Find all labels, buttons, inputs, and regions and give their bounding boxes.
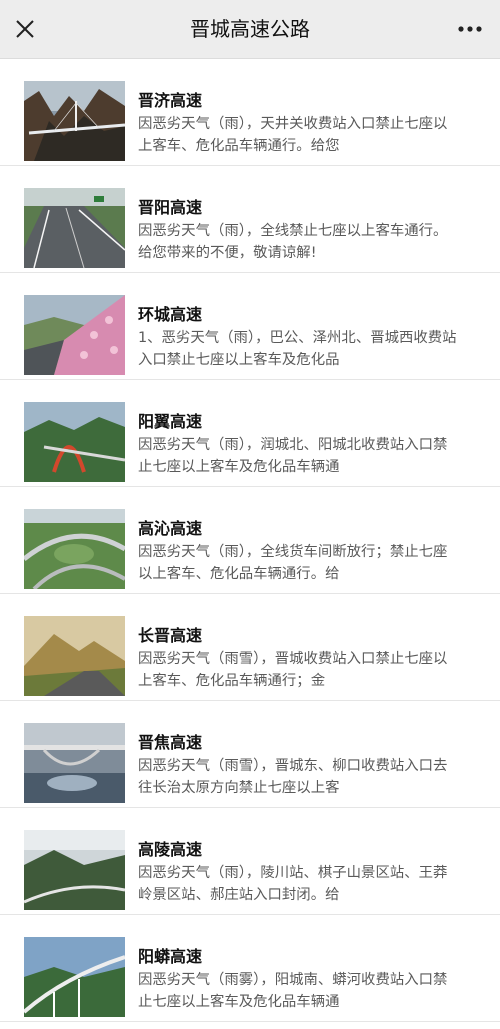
list-item[interactable]: 长晋高速 因恶劣天气（雨雪），晋城收费站入口禁止七座以上客车、危化品车辆通行；金 [0, 594, 500, 701]
road-name: 长晋高速 [138, 626, 203, 645]
road-name: 高陵高速 [138, 840, 203, 859]
road-name: 高沁高速 [138, 519, 203, 538]
road-thumbnail-image [24, 188, 125, 268]
road-name: 阳蟒高速 [138, 947, 203, 966]
list-item[interactable]: 高沁高速 因恶劣天气（雨），全线货车间断放行；禁止七座以上客车、危化品车辆通行。… [0, 487, 500, 594]
top-nav-bar: 晋城高速公路 [0, 0, 500, 59]
list-item[interactable]: 环城高速 1、恶劣天气（雨），巴公、泽州北、晋城西收费站入口禁止七座以上客车及危… [0, 273, 500, 380]
road-list: 晋济高速 因恶劣天气（雨），天井关收费站入口禁止七座以上客车、危化品车辆通行。给… [0, 59, 500, 1022]
road-status-text: 因恶劣天气（雨雾），阳城南、蟒河收费站入口禁止七座以上客车及危化品车辆通 [138, 972, 448, 1010]
list-item[interactable]: 阳翼高速 因恶劣天气（雨），润城北、阳城北收费站入口禁止七座以上客车及危化品车辆… [0, 380, 500, 487]
list-item[interactable]: 高陵高速 因恶劣天气（雨），陵川站、棋子山景区站、王莽岭景区站、郝庄站入口封闭。… [0, 808, 500, 915]
road-status-text: 因恶劣天气（雨），全线货车间断放行；禁止七座以上客车、危化品车辆通行。给 [138, 544, 448, 582]
list-item[interactable]: 晋阳高速 因恶劣天气（雨），全线禁止七座以上客车通行。给您带来的不便，敬请谅解! [0, 166, 500, 273]
road-thumbnail-image [24, 81, 125, 161]
road-status-text: 因恶劣天气（雨雪），晋城东、柳口收费站入口去往长治太原方向禁止七座以上客 [138, 758, 448, 796]
road-name: 晋阳高速 [138, 198, 203, 217]
road-status-text: 因恶劣天气（雨），润城北、阳城北收费站入口禁止七座以上客车及危化品车辆通 [138, 437, 448, 475]
road-name: 晋济高速 [138, 91, 203, 110]
road-thumbnail-image [24, 509, 125, 589]
list-item[interactable]: 阳蟒高速 因恶劣天气（雨雾），阳城南、蟒河收费站入口禁止七座以上客车及危化品车辆… [0, 915, 500, 1022]
road-name: 晋焦高速 [138, 733, 203, 752]
road-status-text: 因恶劣天气（雨雪），晋城收费站入口禁止七座以上客车、危化品车辆通行；金 [138, 651, 448, 689]
road-status-text: 因恶劣天气（雨），天井关收费站入口禁止七座以上客车、危化品车辆通行。给您 [138, 116, 448, 154]
road-thumbnail-image [24, 295, 125, 375]
road-thumbnail-image [24, 723, 125, 803]
road-status-text: 因恶劣天气（雨），全线禁止七座以上客车通行。给您带来的不便，敬请谅解! [138, 223, 448, 261]
road-name: 环城高速 [138, 305, 203, 324]
road-status-text: 1、恶劣天气（雨），巴公、泽州北、晋城西收费站入口禁止七座以上客车及危化品 [138, 330, 457, 368]
road-thumbnail-image [24, 616, 125, 696]
road-thumbnail-image [24, 830, 125, 910]
road-status-text: 因恶劣天气（雨），陵川站、棋子山景区站、王莽岭景区站、郝庄站入口封闭。给 [138, 865, 448, 903]
page-title: 晋城高速公路 [190, 17, 310, 41]
road-thumbnail-image [24, 937, 125, 1017]
road-name: 阳翼高速 [138, 412, 203, 431]
list-item[interactable]: 晋济高速 因恶劣天气（雨），天井关收费站入口禁止七座以上客车、危化品车辆通行。给… [0, 59, 500, 166]
more-icon[interactable] [454, 14, 486, 44]
road-thumbnail-image [24, 402, 125, 482]
list-item[interactable]: 晋焦高速 因恶劣天气（雨雪），晋城东、柳口收费站入口去往长治太原方向禁止七座以上… [0, 701, 500, 808]
